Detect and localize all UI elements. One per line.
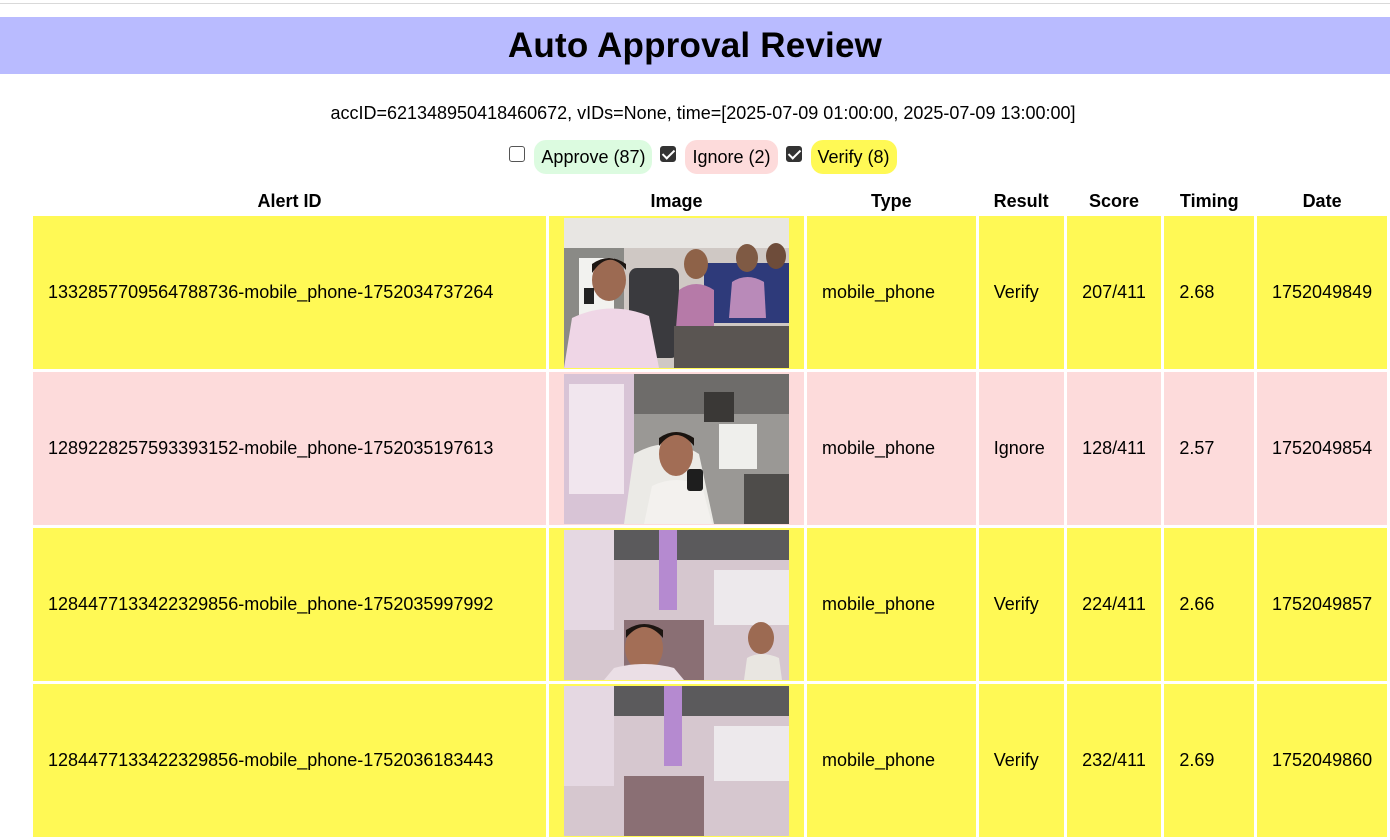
filter-bar: Approve (87) Ignore (2) Verify (8) xyxy=(0,140,1390,174)
score-cell: 207/411 xyxy=(1066,216,1162,369)
page-title: Auto Approval Review xyxy=(507,25,883,65)
result-cell: Verify xyxy=(978,216,1064,369)
table-header-row: Alert ID Image Type Result Score Timing … xyxy=(33,186,1387,213)
score-cell: 128/411 xyxy=(1066,372,1162,525)
top-divider xyxy=(0,3,1390,4)
result-cell: Verify xyxy=(978,684,1064,837)
filter-verify[interactable]: Verify (8) xyxy=(785,140,897,174)
col-image: Image xyxy=(650,190,703,211)
timing-cell: 2.66 xyxy=(1164,528,1255,681)
alert-image[interactable] xyxy=(564,529,790,680)
table-row: 1332857709564788736-mobile_phone-1752034… xyxy=(33,216,1387,369)
alert-id-cell: 1284477133422329856-mobile_phone-1752036… xyxy=(33,684,547,837)
col-score: Score xyxy=(1088,190,1139,211)
col-date: Date xyxy=(1302,190,1342,211)
date-cell: 1752049857 xyxy=(1257,528,1387,681)
page-header: Auto Approval Review xyxy=(0,17,1390,74)
approve-checkbox[interactable] xyxy=(509,146,526,162)
image-cell xyxy=(549,684,804,837)
alert-id-cell: 1332857709564788736-mobile_phone-1752034… xyxy=(33,216,547,369)
type-cell: mobile_phone xyxy=(806,216,976,369)
approve-label: Approve (87) xyxy=(534,140,653,174)
date-cell: 1752049854 xyxy=(1257,372,1387,525)
image-cell xyxy=(549,216,804,369)
alert-id-cell: 1284477133422329856-mobile_phone-1752035… xyxy=(33,528,547,681)
verify-label: Verify (8) xyxy=(810,140,897,174)
result-cell: Verify xyxy=(978,528,1064,681)
image-cell xyxy=(549,528,804,681)
col-alert-id: Alert ID xyxy=(257,190,322,211)
image-cell xyxy=(549,372,804,525)
timing-cell: 2.57 xyxy=(1164,372,1255,525)
query-summary: accID=621348950418460672, vIDs=None, tim… xyxy=(330,103,1076,123)
type-cell: mobile_phone xyxy=(806,528,976,681)
alert-image[interactable] xyxy=(564,373,790,524)
filter-ignore[interactable]: Ignore (2) xyxy=(660,140,778,174)
col-timing: Timing xyxy=(1179,190,1239,211)
score-cell: 232/411 xyxy=(1066,684,1162,837)
alerts-table: Alert ID Image Type Result Score Timing … xyxy=(30,183,1390,840)
date-cell: 1752049849 xyxy=(1257,216,1387,369)
timing-cell: 2.69 xyxy=(1164,684,1255,837)
alert-image[interactable] xyxy=(564,217,790,368)
table-row: 1289228257593393152-mobile_phone-1752035… xyxy=(33,372,1387,525)
score-cell: 224/411 xyxy=(1066,528,1162,681)
table-row: 1284477133422329856-mobile_phone-1752036… xyxy=(33,684,1387,837)
col-type: Type xyxy=(870,190,912,211)
alert-image[interactable] xyxy=(564,685,790,836)
col-result: Result xyxy=(993,190,1049,211)
result-cell: Ignore xyxy=(978,372,1064,525)
ignore-label: Ignore (2) xyxy=(685,140,778,174)
filter-approve[interactable]: Approve (87) xyxy=(509,140,653,174)
table-row: 1284477133422329856-mobile_phone-1752035… xyxy=(33,528,1387,681)
date-cell: 1752049860 xyxy=(1257,684,1387,837)
type-cell: mobile_phone xyxy=(806,372,976,525)
ignore-checkbox[interactable] xyxy=(660,146,677,162)
alert-id-cell: 1289228257593393152-mobile_phone-1752035… xyxy=(33,372,547,525)
type-cell: mobile_phone xyxy=(806,684,976,837)
verify-checkbox[interactable] xyxy=(785,146,802,162)
timing-cell: 2.68 xyxy=(1164,216,1255,369)
